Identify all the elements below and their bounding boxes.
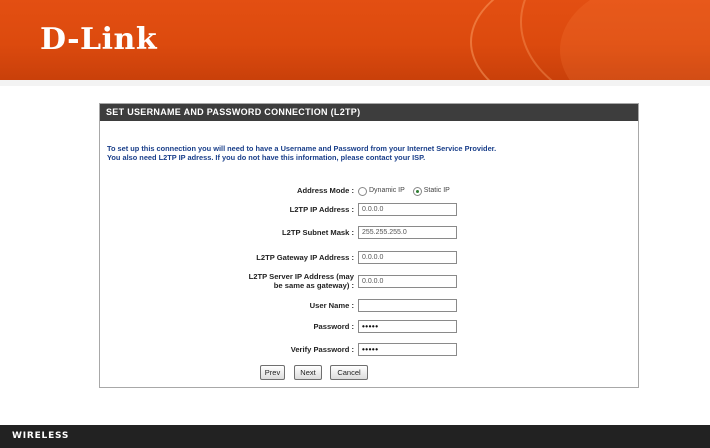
intro-line-2: You also need L2TP IP adress. If you do … xyxy=(107,153,426,162)
verify-password-row: Verify Password : ••••• xyxy=(100,342,638,358)
static-ip-label: Static IP xyxy=(423,187,450,194)
dynamic-ip-label: Dynamic IP xyxy=(369,187,405,194)
gateway-label: L2TP Gateway IP Address : xyxy=(256,253,354,262)
verify-password-input[interactable]: ••••• xyxy=(358,343,457,356)
header-decoration xyxy=(520,0,710,80)
verify-password-label: Verify Password : xyxy=(290,345,354,354)
address-mode-options: Dynamic IP Static IP xyxy=(358,185,456,197)
subnet-mask-row: L2TP Subnet Mask : 255.255.255.0 xyxy=(100,225,638,241)
subnet-mask-input[interactable]: 255.255.255.0 xyxy=(358,226,457,239)
cancel-button[interactable]: Cancel xyxy=(330,365,368,380)
next-button[interactable]: Next xyxy=(294,365,322,380)
username-row: User Name : xyxy=(100,298,638,314)
panel-title: SET USERNAME AND PASSWORD CONNECTION (L2… xyxy=(100,104,638,121)
footer-wireless-label: WIRELESS xyxy=(12,431,70,441)
intro-line-1: To set up this connection you will need … xyxy=(107,144,497,153)
footer-bar: WIRELESS xyxy=(0,425,710,448)
address-mode-row: Address Mode : Dynamic IP Static IP xyxy=(100,183,638,199)
header-divider xyxy=(0,80,710,86)
gateway-input[interactable]: 0.0.0.0 xyxy=(358,251,457,264)
server-ip-input[interactable]: 0.0.0.0 xyxy=(358,275,457,288)
server-ip-label: L2TP Server IP Address (may be same as g… xyxy=(154,272,354,290)
l2tp-ip-label: L2TP IP Address : xyxy=(289,205,354,214)
setup-wizard-page: D-Link SET USERNAME AND PASSWORD CONNECT… xyxy=(0,0,710,448)
username-input[interactable] xyxy=(358,299,457,312)
subnet-mask-label: L2TP Subnet Mask : xyxy=(281,228,354,237)
dynamic-ip-radio[interactable] xyxy=(358,186,367,196)
password-input[interactable]: ••••• xyxy=(358,320,457,333)
l2tp-ip-row: L2TP IP Address : 0.0.0.0 xyxy=(100,202,638,218)
l2tp-ip-input[interactable]: 0.0.0.0 xyxy=(358,203,457,216)
static-ip-radio[interactable] xyxy=(412,186,422,196)
password-row: Password : ••••• xyxy=(100,319,638,335)
server-ip-row: L2TP Server IP Address (may be same as g… xyxy=(100,272,638,290)
l2tp-settings-panel: SET USERNAME AND PASSWORD CONNECTION (L2… xyxy=(99,103,639,388)
header-banner: D-Link xyxy=(0,0,710,80)
intro-text: To set up this connection you will need … xyxy=(107,144,633,162)
username-label: User Name : xyxy=(309,301,354,310)
address-mode-label: Address Mode : xyxy=(297,186,354,195)
server-ip-label-line-2: be same as gateway) : xyxy=(273,281,354,290)
prev-button[interactable]: Prev xyxy=(260,365,285,380)
gateway-row: L2TP Gateway IP Address : 0.0.0.0 xyxy=(100,250,638,266)
password-label: Password : xyxy=(313,322,354,331)
dlink-logo: D-Link xyxy=(40,22,158,57)
server-ip-label-line-1: L2TP Server IP Address (may xyxy=(248,272,354,281)
